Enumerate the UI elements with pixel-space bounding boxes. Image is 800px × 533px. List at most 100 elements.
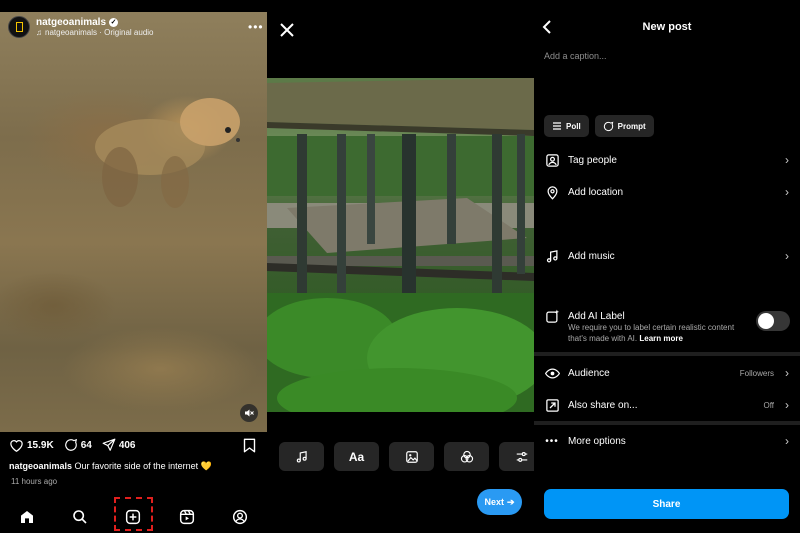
cheetah-illustration <box>95 98 240 208</box>
caption-text: Our favorite side of the internet 💛 <box>74 461 212 471</box>
prompt-label: Prompt <box>617 121 646 131</box>
search-icon <box>73 509 87 524</box>
nav-home[interactable] <box>16 506 38 528</box>
nav-reels[interactable] <box>176 506 198 528</box>
audio-icon <box>296 450 307 463</box>
also-share-label: Also share on... <box>568 399 638 411</box>
comment-icon <box>64 438 77 451</box>
post-time: 11 hours ago <box>11 477 58 486</box>
poll-button[interactable]: Poll <box>544 115 589 137</box>
audience-value: Followers <box>739 368 774 378</box>
more-options-label: More options <box>568 435 626 447</box>
audience-row[interactable]: Audience Followers › <box>534 364 800 382</box>
mute-icon[interactable] <box>240 404 258 422</box>
next-label: Next <box>484 497 504 507</box>
reel-header: natgeoanimals ✓ ♫ natgeoanimals · Origin… <box>8 16 154 38</box>
caption-chips: Poll Prompt <box>544 115 654 137</box>
caption-username[interactable]: natgeoanimals <box>9 461 72 471</box>
reel-caption: natgeoanimals Our favorite side of the i… <box>9 461 264 472</box>
prompt-button[interactable]: Prompt <box>594 115 654 137</box>
prompt-icon <box>603 121 613 131</box>
add-music-label: Add music <box>568 250 615 262</box>
nav-profile[interactable] <box>229 506 251 528</box>
ai-label-toggle[interactable] <box>756 311 790 331</box>
sticker-icon <box>405 450 418 463</box>
reel-panel: natgeoanimals ✓ ♫ natgeoanimals · Origin… <box>0 0 267 533</box>
ellipsis-icon: ••• <box>545 435 559 447</box>
share-label: Share <box>652 498 681 510</box>
poll-label: Poll <box>566 121 581 131</box>
nav-search[interactable] <box>69 506 91 528</box>
chevron-right-icon: › <box>785 366 789 380</box>
chevron-right-icon: › <box>785 434 789 448</box>
divider <box>534 421 800 425</box>
learn-more-link[interactable]: Learn more <box>639 334 683 343</box>
poll-icon <box>553 122 561 130</box>
eye-icon <box>543 364 561 382</box>
reels-icon <box>179 509 194 524</box>
text-tool[interactable]: Aa <box>334 442 379 471</box>
sticker-tool[interactable] <box>389 442 434 471</box>
audio-label[interactable]: natgeoanimals · Original audio <box>45 28 154 37</box>
reel-audio[interactable]: ♫ natgeoanimals · Original audio <box>36 28 154 37</box>
ai-label-description: We require you to label certain realisti… <box>568 322 753 344</box>
music-note-icon: ♫ <box>36 28 42 37</box>
share-action[interactable]: 406 <box>102 438 136 452</box>
divider <box>534 352 800 356</box>
ai-label-title: Add AI Label <box>568 310 625 322</box>
caption-input[interactable] <box>544 51 784 61</box>
profile-icon <box>233 509 248 524</box>
home-icon <box>20 510 33 523</box>
new-post-panel: New post Poll Prompt Tag people › Add lo… <box>534 0 800 533</box>
adjust-icon <box>516 451 527 462</box>
avatar[interactable] <box>8 16 30 38</box>
create-highlight-box <box>114 497 153 531</box>
more-options-row[interactable]: ••• More options › <box>534 432 800 450</box>
also-share-value: Off <box>763 400 774 410</box>
verified-badge-icon: ✓ <box>109 18 119 27</box>
editor-panel: Aa Next ➔ <box>267 0 534 533</box>
share-out-icon <box>543 396 561 414</box>
reel-username[interactable]: natgeoanimals ✓ <box>36 17 154 28</box>
close-icon[interactable] <box>279 22 295 38</box>
ai-label-icon <box>543 307 561 325</box>
filter-tool[interactable] <box>444 442 489 471</box>
also-share-row[interactable]: Also share on... Off › <box>534 396 800 414</box>
chevron-right-icon: › <box>785 398 789 412</box>
tag-people-icon <box>543 151 561 169</box>
send-icon <box>102 438 116 451</box>
comment-count: 64 <box>80 439 92 451</box>
editor-tools: Aa <box>279 442 534 471</box>
adjust-tool[interactable] <box>499 442 534 471</box>
share-button[interactable]: Share <box>544 489 789 519</box>
filter-icon <box>460 450 473 463</box>
chevron-right-icon: › <box>785 249 789 263</box>
arrow-right-icon: ➔ <box>506 496 515 507</box>
like-count: 15.9K <box>27 439 54 451</box>
pavilion-illustration <box>267 78 534 412</box>
tag-people-label: Tag people <box>568 154 617 166</box>
add-location-row[interactable]: Add location › <box>534 183 800 201</box>
more-options-icon[interactable]: ••• <box>248 20 264 34</box>
reel-actions: 15.9K 64 406 <box>9 438 136 452</box>
audience-label: Audience <box>568 367 610 379</box>
heart-icon <box>10 440 23 452</box>
bookmark-icon[interactable] <box>243 438 256 453</box>
username-text[interactable]: natgeoanimals <box>36 17 106 28</box>
tag-people-row[interactable]: Tag people › <box>534 151 800 169</box>
share-count: 406 <box>118 439 136 451</box>
next-button[interactable]: Next ➔ <box>477 489 522 515</box>
like-action[interactable]: 15.9K <box>9 438 54 452</box>
text-icon: Aa <box>348 449 365 464</box>
music-icon <box>543 247 561 265</box>
post-photo[interactable] <box>267 78 534 412</box>
comment-action[interactable]: 64 <box>64 438 92 452</box>
chevron-right-icon: › <box>785 185 789 199</box>
location-pin-icon <box>543 183 561 201</box>
chevron-right-icon: › <box>785 153 789 167</box>
add-location-label: Add location <box>568 186 624 198</box>
page-title: New post <box>642 21 692 33</box>
reel-video[interactable] <box>0 12 267 432</box>
audio-tool[interactable] <box>279 442 324 471</box>
add-music-row[interactable]: Add music › <box>534 247 800 265</box>
